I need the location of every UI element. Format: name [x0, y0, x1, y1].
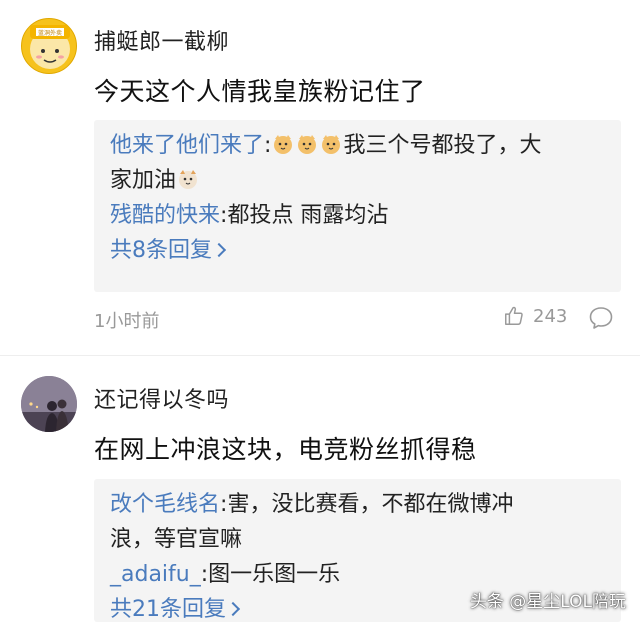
- chevron-right-icon: [225, 601, 241, 617]
- reply-line: 残酷的快来:都投点 雨露均沾: [110, 203, 389, 228]
- reply-text: 图一乐图一乐: [208, 562, 341, 587]
- more-replies-link[interactable]: 共8条回复: [110, 233, 605, 268]
- divider: [0, 355, 640, 356]
- chevron-right-icon: [211, 242, 227, 258]
- reply-button[interactable]: [588, 305, 614, 335]
- reply-line: 浪，等官宣嘛: [110, 522, 605, 557]
- comment-text: 在网上冲浪这块，电竞粉丝抓得稳: [94, 435, 477, 464]
- couple-photo-avatar-icon: [21, 376, 77, 432]
- reply-text: 浪，等官宣嘛: [110, 527, 243, 552]
- cat-face-emoji: [179, 170, 198, 189]
- cat-face-emoji: [322, 135, 341, 154]
- reply-author[interactable]: 改个毛线名: [110, 492, 220, 517]
- reply-author[interactable]: _adaifu_: [110, 562, 201, 587]
- reply-preview-box[interactable]: 他来了他们来了: 我三个号都投了，大 家加油 残酷的快来:都投点 雨露均沾 共8条…: [94, 120, 621, 292]
- cat-face-emoji: [298, 135, 317, 154]
- reply-line: 家加油: [110, 163, 605, 198]
- thumbs-up-icon: [505, 306, 523, 325]
- reply-author[interactable]: 他来了他们来了: [110, 133, 264, 158]
- username[interactable]: 还记得以冬吗: [94, 382, 229, 414]
- cat-face-emoji: [274, 135, 293, 154]
- watermark: 头条 @星尘LOL陪玩: [469, 592, 626, 612]
- reply-line: 改个毛线名:害，没比赛看，不都在微博冲: [110, 492, 514, 517]
- timestamp: 1小时前: [94, 311, 160, 332]
- avatar[interactable]: [21, 376, 77, 432]
- meme-avatar-icon: 蓝洞外卖: [30, 25, 70, 69]
- avatar[interactable]: 蓝洞外卖: [21, 18, 77, 74]
- like-count: 243: [533, 305, 568, 327]
- reply-line: 他来了他们来了: 我三个号都投了，大: [110, 133, 542, 158]
- reply-text: 我三个号都投了，大: [343, 133, 542, 158]
- reply-author[interactable]: 残酷的快来: [110, 203, 220, 228]
- comment-bubble-icon: [589, 307, 613, 329]
- reply-text: 都投点 雨露均沾: [227, 203, 389, 228]
- svg-text:蓝洞外卖: 蓝洞外卖: [38, 29, 62, 37]
- like-button[interactable]: 243: [503, 305, 567, 327]
- comment-text: 今天这个人情我皇族粉记住了: [94, 77, 426, 106]
- reply-text: 害，没比赛看，不都在微博冲: [227, 492, 514, 517]
- reply-text: 家加油: [110, 168, 177, 193]
- username[interactable]: 捕蜓郎一截柳: [94, 24, 229, 56]
